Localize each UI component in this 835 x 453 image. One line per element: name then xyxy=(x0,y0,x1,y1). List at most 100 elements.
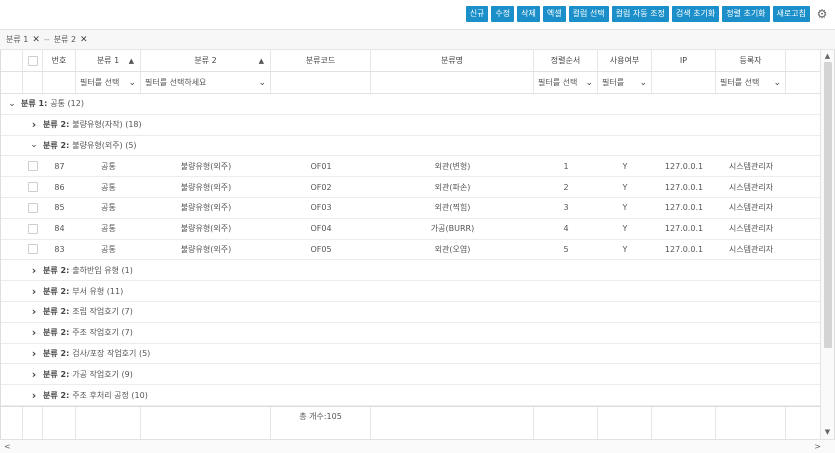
table-row[interactable]: 86 공통 불량유형(외주) OF02 외관(파손) 2 Y 127.0.0.1 시스템관리자 xyxy=(1,177,821,198)
row-checkbox[interactable] xyxy=(28,182,38,193)
group-row-level2[interactable]: › 분류 2: 주조 후처리 공정 (10) xyxy=(1,385,821,406)
chevron-down-icon[interactable]: ⌄ xyxy=(7,99,17,109)
chevron-down-icon[interactable]: ⌄ xyxy=(29,140,39,150)
footer-cell xyxy=(716,407,786,440)
column-header-reg[interactable]: 등록자 xyxy=(716,50,786,71)
table-row[interactable]: 87 공통 불량유형(외주) OF01 외관(변형) 1 Y 127.0.0.1 시스템관리자 xyxy=(1,156,821,178)
table-row[interactable]: 83 공통 불량유형(외주) OF05 외관(오염) 5 Y 127.0.0.1 시스템관리자 xyxy=(1,240,821,261)
group-label: 분류 1: xyxy=(21,99,48,109)
column-header-no[interactable]: 번호 xyxy=(43,50,76,71)
chevron-right-icon[interactable]: › xyxy=(29,368,39,381)
chevron-down-icon: ⌄ xyxy=(639,77,647,88)
group-row-level2[interactable]: › 분류 2: 불량유형(자작) (18) xyxy=(1,115,821,136)
row-checkbox[interactable] xyxy=(28,244,38,255)
header-row: 번호 분류 1 ▲ 분류 2 ▲ 분류코드 분류명 정렬순서 사용여부 IP 등록자 xyxy=(1,50,821,72)
scroll-right-icon[interactable]: > xyxy=(814,442,821,451)
filter-select-reg[interactable]: 필터를 선택 ⌄ xyxy=(716,72,786,93)
cell-no: 85 xyxy=(54,203,65,213)
reset-search-button[interactable]: 검색 초기화 xyxy=(671,6,720,22)
group-value: 출하반입 유형 (1) xyxy=(72,265,133,275)
footer-cell xyxy=(371,407,534,440)
cell-ip: 127.0.0.1 xyxy=(664,161,704,171)
chevron-right-icon[interactable]: › xyxy=(29,389,39,402)
cell-cat1: 공통 xyxy=(101,244,116,254)
chevron-right-icon[interactable]: › xyxy=(29,305,39,318)
group-row-level2[interactable]: › 분류 2: 가공 작업호기 (9) xyxy=(1,364,821,386)
select-all-checkbox[interactable] xyxy=(27,55,38,66)
cell-cat1: 공통 xyxy=(101,203,116,213)
column-header-cat1[interactable]: 분류 1 ▲ xyxy=(76,50,141,71)
group-chip-category1[interactable]: 분류 1 ✕ xyxy=(6,34,40,45)
cell-use: Y xyxy=(622,244,628,254)
group-row-level2[interactable]: ⌄ 분류 2: 불량유형(외주) (5) xyxy=(1,136,821,157)
scroll-down-icon[interactable]: ▼ xyxy=(821,428,834,438)
toolbar: 신규 수정 삭제 엑셀 컬럼 선택 컬럼 자동 조정 검색 초기화 정렬 초기화 새로고침 ⚙ xyxy=(465,6,829,22)
vertical-scrollbar[interactable]: ▲ ▼ xyxy=(820,50,834,440)
group-row-level2[interactable]: › 분류 2: 부서 유형 (11) xyxy=(1,281,821,302)
column-header-cat2[interactable]: 분류 2 ▲ xyxy=(141,50,271,71)
cell-name: 외관(파손) xyxy=(434,182,471,192)
row-checkbox[interactable] xyxy=(28,202,38,213)
column-header-order[interactable]: 정렬순서 xyxy=(534,50,598,71)
column-header-use[interactable]: 사용여부 xyxy=(598,50,652,71)
footer-cell xyxy=(43,407,76,440)
cell-code: OF05 xyxy=(310,244,332,254)
column-header-ip[interactable]: IP xyxy=(652,50,716,71)
chevron-right-icon[interactable]: › xyxy=(29,347,39,360)
column-select-button[interactable]: 컬럼 선택 xyxy=(568,6,609,22)
row-checkbox-cell xyxy=(23,219,43,239)
column-header-check[interactable] xyxy=(23,50,43,71)
group-value: 부서 유형 (11) xyxy=(72,286,124,296)
cell-use: Y xyxy=(622,224,628,234)
cell-use: Y xyxy=(622,182,628,192)
refresh-button[interactable]: 새로고침 xyxy=(772,6,810,22)
filter-select-order[interactable]: 필터를 선택 ⌄ xyxy=(534,72,598,93)
scroll-thumb[interactable] xyxy=(824,62,832,348)
chevron-right-icon[interactable]: › xyxy=(29,118,39,131)
chevron-right-icon[interactable]: › xyxy=(29,264,39,277)
cell-no: 83 xyxy=(54,244,65,254)
column-header-label: 등록자 xyxy=(739,56,762,65)
group-row-level2[interactable]: › 분류 2: 검사/포장 작업호기 (5) xyxy=(1,344,821,365)
column-header-label: 사용여부 xyxy=(609,56,640,65)
group-value: 공통 (12) xyxy=(50,99,84,109)
reset-sort-button[interactable]: 정렬 초기화 xyxy=(722,6,770,22)
scroll-left-icon[interactable]: < xyxy=(4,442,11,451)
row-checkbox[interactable] xyxy=(28,161,38,172)
group-value: 주조 작업호기 (7) xyxy=(72,328,133,338)
scroll-up-icon[interactable]: ▲ xyxy=(821,52,834,62)
column-header-code[interactable]: 분류코드 xyxy=(271,50,371,71)
cell-reg: 시스템관리자 xyxy=(728,244,774,254)
sort-asc-icon[interactable]: ▲ xyxy=(259,57,264,65)
cell-name: 외관(오염) xyxy=(434,244,471,254)
edit-button[interactable]: 수정 xyxy=(491,6,515,22)
chevron-right-icon[interactable]: › xyxy=(29,285,39,298)
close-icon[interactable]: ✕ xyxy=(32,35,40,45)
group-row-level2[interactable]: › 분류 2: 조립 작업호기 (7) xyxy=(1,302,821,323)
new-button[interactable]: 신규 xyxy=(465,6,489,22)
group-row-level1[interactable]: ⌄ 분류 1: 공통 (12) xyxy=(1,94,821,115)
group-chip-category2[interactable]: 분류 2 ✕ xyxy=(54,34,88,45)
group-by-bar: 분류 1 ✕ -- 분류 2 ✕ xyxy=(0,29,835,50)
chevron-down-icon: ⌄ xyxy=(128,77,136,88)
group-row-level2[interactable]: › 분류 2: 출하반입 유형 (1) xyxy=(1,260,821,282)
filter-select-cat1[interactable]: 필터를 선택 ⌄ xyxy=(76,72,141,93)
column-autofit-button[interactable]: 컬럼 자동 조정 xyxy=(611,6,669,22)
table-row[interactable]: 84 공통 불량유형(외주) OF04 가공(BURR) 4 Y 127.0.0.1 시스템관리… xyxy=(1,219,821,240)
gear-icon[interactable]: ⚙ xyxy=(815,7,829,21)
cell-cat1: 공통 xyxy=(101,182,116,192)
delete-button[interactable]: 삭제 xyxy=(517,6,540,22)
filter-select-use[interactable]: 필터를 ⌄ xyxy=(598,72,652,93)
column-header-name[interactable]: 분류명 xyxy=(371,50,534,71)
sort-asc-icon[interactable]: ▲ xyxy=(129,57,134,65)
horizontal-scrollbar[interactable]: < > xyxy=(0,439,835,453)
row-checkbox[interactable] xyxy=(28,223,38,234)
chevron-right-icon[interactable]: › xyxy=(29,326,39,339)
close-icon[interactable]: ✕ xyxy=(80,35,88,45)
table-row[interactable]: 85 공통 불량유형(외주) OF03 외관(찍힘) 3 Y 127.0.0.1 시스템관리자 xyxy=(1,198,821,219)
footer-cell xyxy=(786,407,821,440)
filter-select-cat2[interactable]: 필터를 선택하세요 ⌄ xyxy=(141,72,271,93)
group-label: 분류 2: xyxy=(43,140,70,150)
excel-button[interactable]: 엑셀 xyxy=(542,6,566,22)
group-row-level2[interactable]: › 분류 2: 주조 작업호기 (7) xyxy=(1,323,821,344)
